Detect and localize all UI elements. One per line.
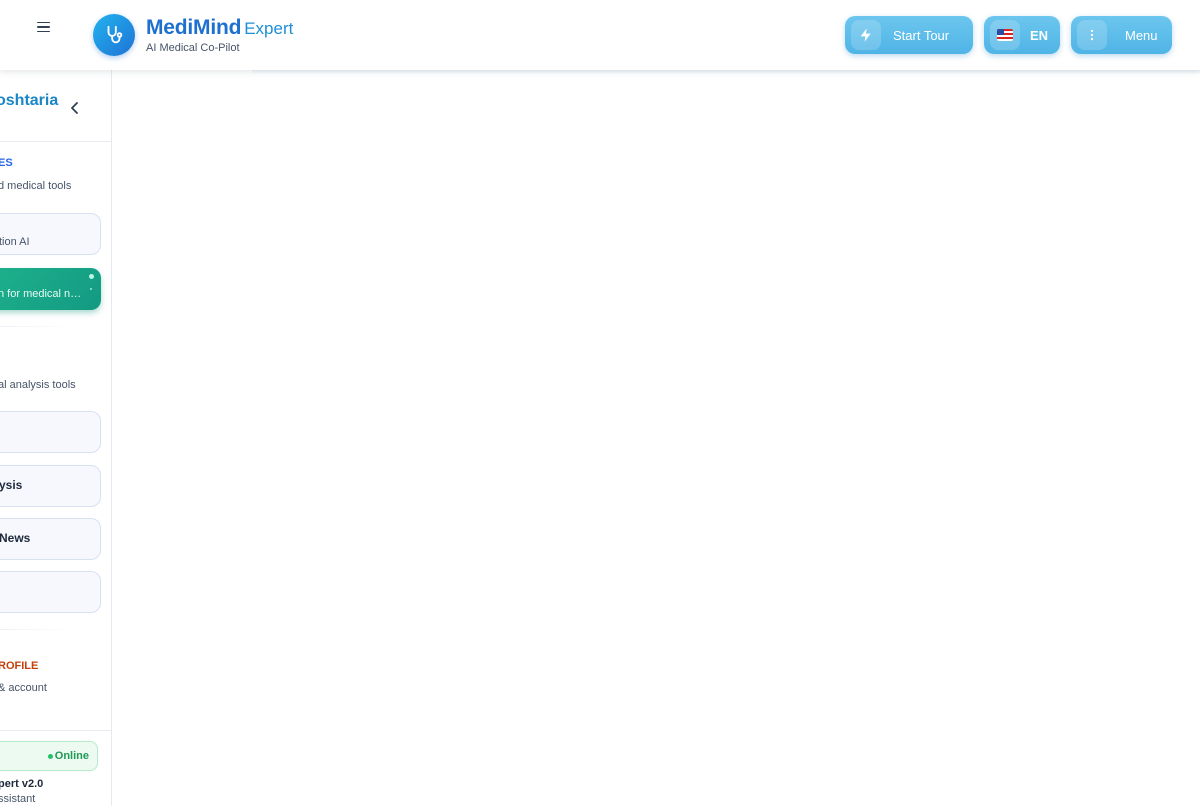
user-name: oshtaria bbox=[0, 92, 59, 109]
start-tour-button[interactable]: Start Tour bbox=[845, 16, 973, 54]
online-dot-icon bbox=[48, 754, 53, 759]
section-title-profile: ROFILE bbox=[0, 660, 39, 672]
vertical-dots-icon bbox=[1077, 20, 1107, 50]
sidebar-item-news[interactable]: News bbox=[0, 518, 101, 560]
chevron-left-icon[interactable] bbox=[68, 100, 82, 116]
us-flag-icon bbox=[990, 20, 1020, 50]
sidebar-item-subtitle: tion AI bbox=[0, 236, 30, 248]
brand-title[interactable]: MediMind Expert bbox=[146, 16, 293, 40]
section-desc-analysis: al analysis tools bbox=[0, 379, 76, 391]
sidebar-item-label: ysis bbox=[0, 478, 23, 492]
lightning-icon bbox=[851, 20, 881, 50]
sidebar-item-analysis[interactable]: ysis bbox=[0, 465, 101, 507]
app-version: pert v2.0 bbox=[0, 778, 44, 790]
sidebar-item-analysis-1[interactable] bbox=[0, 411, 101, 453]
active-indicator bbox=[89, 274, 94, 279]
section-desc-features: d medical tools bbox=[0, 180, 72, 192]
language-button[interactable]: EN bbox=[984, 16, 1060, 54]
sidebar-item-subtitle: n for medical notes bbox=[0, 288, 86, 300]
brand-suffix: Expert bbox=[244, 19, 294, 38]
sidebar-item-analysis-4[interactable] bbox=[0, 571, 101, 613]
active-indicator-secondary bbox=[90, 288, 92, 290]
section-desc-profile: & account bbox=[0, 682, 47, 694]
section-title-features: ES bbox=[0, 157, 13, 169]
sidebar-item-ai-tool[interactable]: tion AI bbox=[0, 213, 101, 255]
start-tour-label: Start Tour bbox=[893, 27, 950, 43]
sidebar-divider bbox=[0, 141, 111, 142]
top-header: MediMind Expert AI Medical Co-Pilot Start… bbox=[0, 0, 1200, 70]
sidebar-footer-divider bbox=[0, 730, 111, 731]
content-shadow-line bbox=[252, 70, 1200, 74]
status-text: Online bbox=[54, 750, 89, 762]
brand-tagline: AI Medical Co-Pilot bbox=[146, 42, 240, 54]
main-content bbox=[112, 70, 1200, 806]
sidebar-item-medical-notes[interactable]: n for medical notes bbox=[0, 268, 101, 310]
language-label: EN bbox=[1030, 27, 1049, 43]
section-separator bbox=[0, 326, 80, 327]
app-version-sub: ssistant bbox=[0, 793, 36, 805]
menu-button[interactable]: Menu bbox=[1071, 16, 1172, 54]
sidebar-item-label: News bbox=[0, 531, 31, 545]
hamburger-icon[interactable] bbox=[32, 16, 54, 38]
section-separator bbox=[0, 629, 80, 630]
sidebar: oshtaria ES d medical tools tion AI n fo… bbox=[0, 70, 112, 806]
status-badge: Online bbox=[0, 741, 98, 771]
stethoscope-icon[interactable] bbox=[93, 14, 135, 56]
app-root: MediMind Expert AI Medical Co-Pilot Start… bbox=[0, 0, 1200, 806]
menu-label: Menu bbox=[1125, 27, 1158, 43]
brand-name: MediMind bbox=[146, 16, 242, 39]
